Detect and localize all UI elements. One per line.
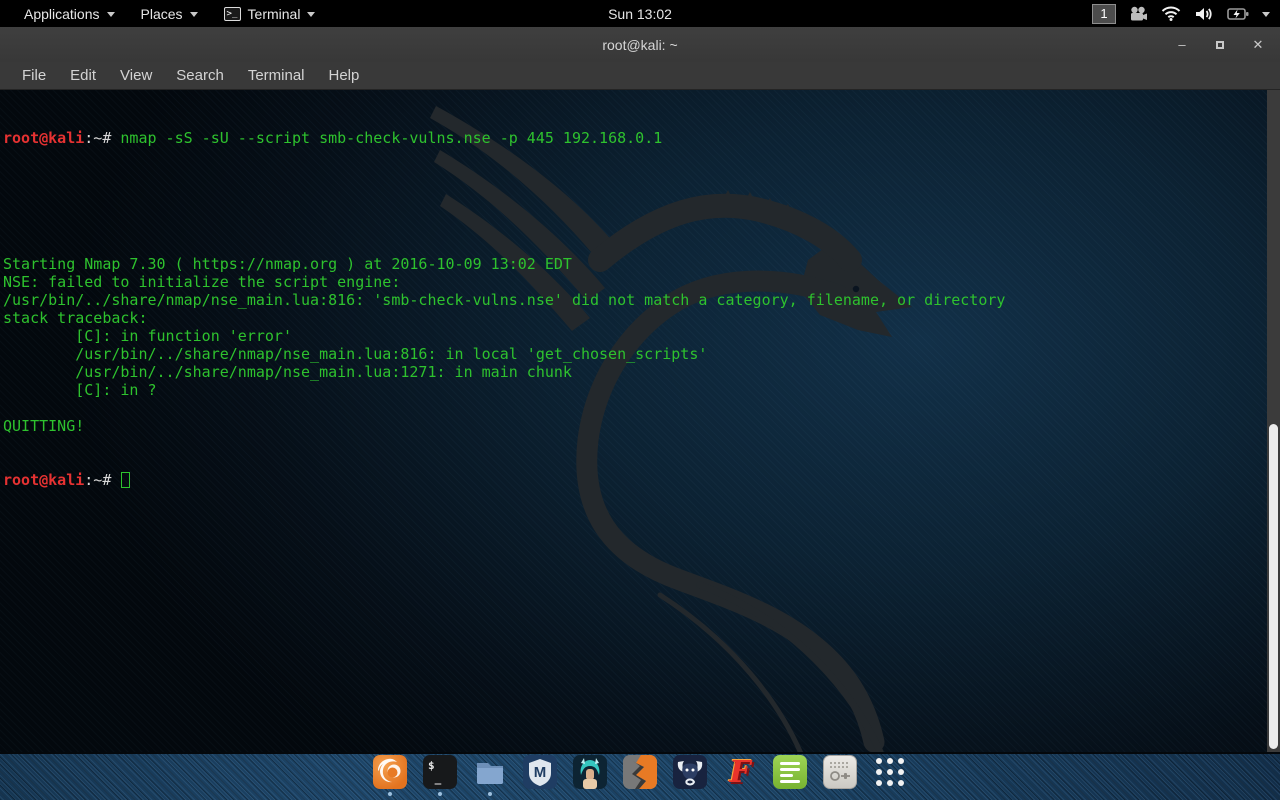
terminal-scrollbar[interactable] <box>1267 90 1280 752</box>
applications-menu-label: Applications <box>24 6 100 22</box>
dock-item-tweak-tool[interactable] <box>823 755 857 796</box>
terminal-viewport[interactable]: root@kali:~# nmap -sS -sU --script smb-c… <box>0 90 1280 752</box>
running-indicator <box>388 792 392 796</box>
maximize-button[interactable] <box>1212 37 1228 52</box>
armitage-icon <box>573 755 607 789</box>
terminal-appmenu-label: Terminal <box>248 6 301 22</box>
terminal-icon: >_ <box>224 7 241 21</box>
files-icon <box>473 755 507 789</box>
volume-icon[interactable] <box>1194 6 1214 22</box>
workspace-indicator[interactable]: 1 <box>1092 4 1116 24</box>
window-title: root@kali: ~ <box>602 37 677 53</box>
menubar-item[interactable]: File <box>12 64 56 87</box>
output-line <box>3 399 1264 417</box>
output-line: stack traceback: <box>3 309 1264 327</box>
window-titlebar[interactable]: root@kali: ~ – ✕ <box>0 27 1280 62</box>
prompt-symbol: :~# <box>84 471 120 489</box>
output-line: [C]: in function 'error' <box>3 327 1264 345</box>
output-line: /usr/bin/../share/nmap/nse_main.lua:816:… <box>3 345 1264 363</box>
dock-item-firefox[interactable] <box>373 755 407 796</box>
dock-item-show-applications[interactable] <box>873 755 907 796</box>
output-lines: Starting Nmap 7.30 ( https://nmap.org ) … <box>3 183 1264 435</box>
wifi-icon[interactable] <box>1161 6 1181 21</box>
faraday-icon: F <box>723 755 757 789</box>
terminal-output: root@kali:~# nmap -sS -sU --script smb-c… <box>3 93 1264 525</box>
dock-item-beef[interactable] <box>673 755 707 796</box>
chevron-down-icon <box>107 12 115 17</box>
places-menu-label: Places <box>141 6 183 22</box>
gnome-top-bar: Applications Places >_ Terminal Sun 13:0… <box>0 0 1280 27</box>
burpsuite-icon <box>623 755 657 789</box>
menubar-item[interactable]: Terminal <box>238 64 315 87</box>
dock-item-armitage[interactable] <box>573 755 607 796</box>
applications-menu[interactable]: Applications <box>14 0 125 27</box>
chevron-down-icon <box>190 12 198 17</box>
menubar-item[interactable]: Search <box>166 64 234 87</box>
current-prompt-line: root@kali:~# <box>3 471 1264 489</box>
output-line: NSE: failed to initialize the script eng… <box>3 273 1264 291</box>
battery-charging-icon[interactable] <box>1227 7 1249 21</box>
prompt-symbol: :~# <box>84 129 120 147</box>
command-line: root@kali:~# nmap -sS -sU --script smb-c… <box>3 129 1264 147</box>
minimize-button[interactable]: – <box>1174 37 1190 52</box>
terminal-menubar: FileEditViewSearchTerminalHelp <box>0 62 1280 90</box>
chevron-down-icon <box>307 12 315 17</box>
output-line: [C]: in ? <box>3 381 1264 399</box>
dock: $ _ M F <box>0 755 1280 796</box>
prompt-user: root@kali <box>3 471 84 489</box>
typed-command: nmap -sS -sU --script smb-check-vulns.ns… <box>120 129 662 147</box>
menubar-item[interactable]: View <box>110 64 162 87</box>
terminal-appmenu[interactable]: >_ Terminal <box>214 0 326 27</box>
tweak-tool-icon <box>823 755 857 789</box>
running-indicator <box>488 792 492 796</box>
metasploit-icon: M <box>523 755 557 789</box>
prompt-user: root@kali <box>3 129 84 147</box>
scrollbar-thumb[interactable] <box>1269 424 1278 749</box>
running-indicator <box>438 792 442 796</box>
close-button[interactable]: ✕ <box>1250 37 1266 53</box>
leafpad-icon <box>773 755 807 789</box>
clock-label[interactable]: Sun 13:02 <box>608 6 672 22</box>
menubar-item[interactable]: Help <box>319 64 370 87</box>
output-line: /usr/bin/../share/nmap/nse_main.lua:816:… <box>3 291 1264 309</box>
screen-recorder-icon[interactable] <box>1129 6 1148 22</box>
dock-item-metasploit[interactable]: M <box>523 755 557 796</box>
dock-item-terminal[interactable]: $ _ <box>423 755 457 796</box>
chevron-down-icon[interactable] <box>1262 12 1270 17</box>
terminal-cursor <box>121 472 130 488</box>
firefox-icon <box>373 755 407 789</box>
menubar-item[interactable]: Edit <box>60 64 106 87</box>
output-line: Starting Nmap 7.30 ( https://nmap.org ) … <box>3 255 1264 273</box>
maximize-icon <box>1216 41 1224 49</box>
beef-icon <box>673 755 707 789</box>
dock-item-burpsuite[interactable] <box>623 755 657 796</box>
dock-item-faraday[interactable]: F <box>723 755 757 796</box>
places-menu[interactable]: Places <box>131 0 208 27</box>
show-applications-icon <box>873 755 907 789</box>
svg-text:M: M <box>534 764 547 781</box>
dock-item-files[interactable] <box>473 755 507 796</box>
output-line: QUITTING! <box>3 417 1264 435</box>
output-line: /usr/bin/../share/nmap/nse_main.lua:1271… <box>3 363 1264 381</box>
output-line <box>3 237 1264 255</box>
terminal-icon: $ _ <box>423 755 457 789</box>
dock-item-leafpad[interactable] <box>773 755 807 796</box>
